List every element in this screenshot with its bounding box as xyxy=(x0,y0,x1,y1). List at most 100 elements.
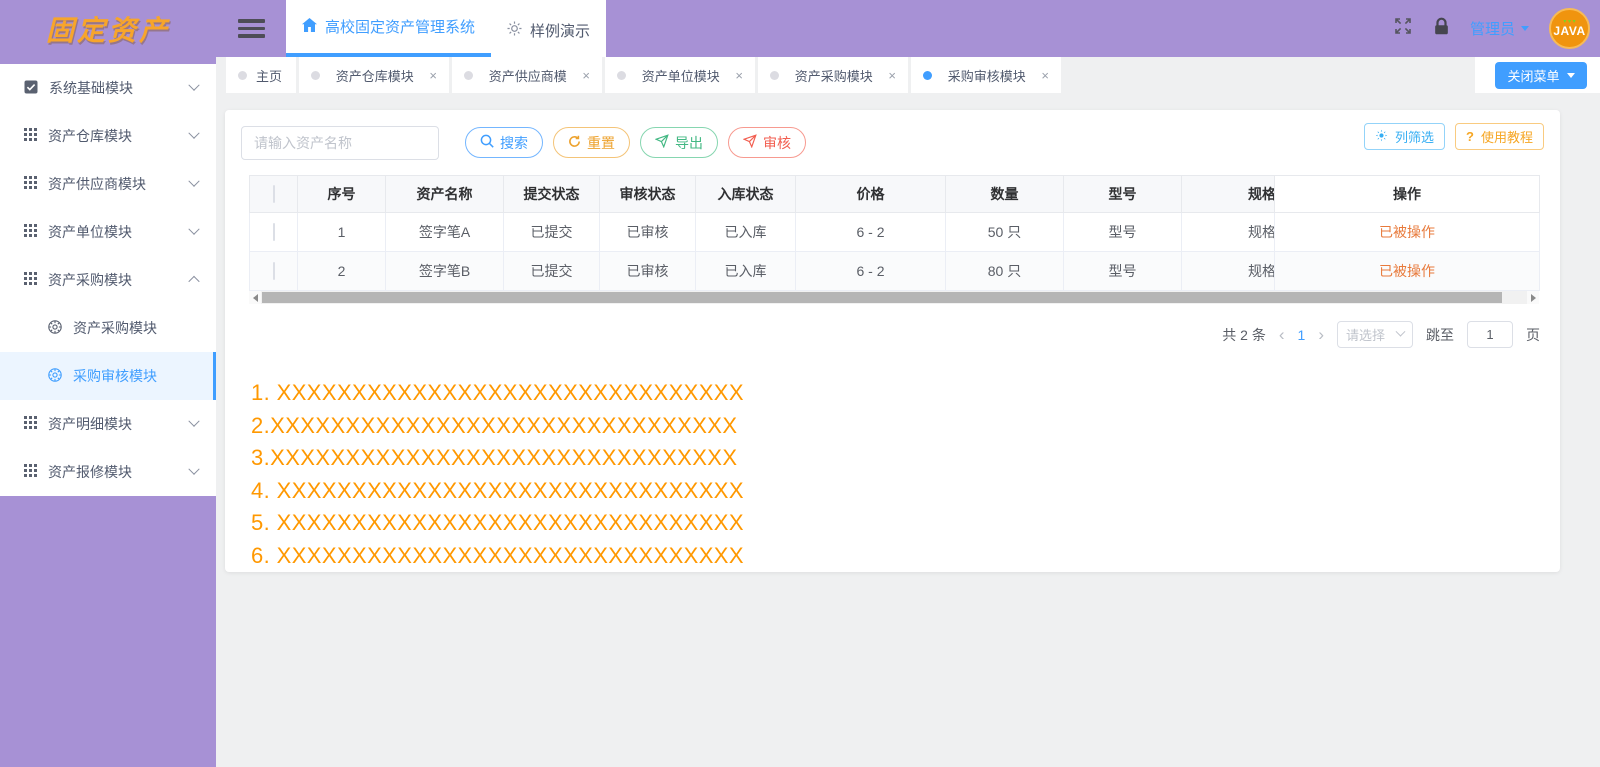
column-header-model: 型号 xyxy=(1063,175,1182,213)
scroll-right-arrow-icon[interactable] xyxy=(1527,291,1539,304)
search-button[interactable]: 搜索 xyxy=(465,127,543,158)
column-header-price: 价格 xyxy=(795,175,946,213)
tab-purchase-audit[interactable]: 采购审核模块 × xyxy=(911,57,1061,93)
sidebar-item-label: 资产仓库模块 xyxy=(48,128,132,144)
chevron-up-icon xyxy=(188,275,200,288)
column-header-qty: 数量 xyxy=(945,175,1064,213)
tutorial-label: 使用教程 xyxy=(1480,130,1533,145)
column-header-spec: 规格 xyxy=(1181,175,1275,213)
sidebar-item-label: 资产供应商模块 xyxy=(48,176,146,192)
grid-icon xyxy=(24,128,37,144)
top-nav: 高校固定资产管理系统 样例演示 xyxy=(286,0,607,57)
pagination-total: 共 2 条 xyxy=(1222,326,1266,343)
sidebar-item-label: 资产单位模块 xyxy=(48,224,132,240)
cell-name: 签字笔B xyxy=(385,251,504,291)
chevron-down-icon xyxy=(188,223,200,235)
cell-price: 6 - 2 xyxy=(795,251,946,291)
tab-warehouse[interactable]: 资产仓库模块 × xyxy=(299,57,449,93)
tab-unit[interactable]: 资产单位模块 × xyxy=(605,57,755,93)
table-header-row: 序号 资产名称 提交状态 审核状态 入库状态 价格 数量 型号 规格 操作 xyxy=(249,175,1540,213)
chevron-down-icon xyxy=(188,175,200,187)
sidebar-item-warehouse[interactable]: 资产仓库模块 xyxy=(0,112,216,160)
top-nav-tab-system[interactable]: 高校固定资产管理系统 xyxy=(286,0,492,57)
search-button-label: 搜索 xyxy=(500,134,528,151)
user-name: 管理员 xyxy=(1469,21,1515,38)
home-icon xyxy=(302,17,317,36)
reset-button[interactable]: 重置 xyxy=(553,127,630,158)
cell-action-status: 已被操作 xyxy=(1274,212,1540,252)
column-header-storage-status: 入库状态 xyxy=(695,175,796,213)
sidebar-item-supplier[interactable]: 资产供应商模块 xyxy=(0,160,216,208)
sidebar-item-detail[interactable]: 资产明细模块 xyxy=(0,400,216,448)
cell-price: 6 - 2 xyxy=(795,212,946,252)
reset-button-label: 重置 xyxy=(587,134,615,151)
note-line: 2.XXXXXXXXXXXXXXXXXXXXXXXXXXXXXXX xyxy=(251,412,738,438)
close-icon[interactable]: × xyxy=(888,68,896,83)
chevron-down-icon xyxy=(188,79,200,91)
close-menu-button[interactable]: 关闭菜单 xyxy=(1495,62,1587,89)
paper-plane-icon xyxy=(654,134,669,151)
select-all-checkbox[interactable] xyxy=(272,185,275,203)
sidebar-item-purchase[interactable]: 资产采购模块 xyxy=(0,256,216,304)
tab-supplier[interactable]: 资产供应商模 × xyxy=(452,57,602,93)
jump-page-input[interactable] xyxy=(1467,321,1513,348)
row-checkbox-cell xyxy=(249,212,298,252)
header-right-group: 管理员 ▾ ▾ ▾ JAVA xyxy=(1393,0,1600,57)
hamburger-menu-icon[interactable] xyxy=(216,0,286,57)
chevron-down-icon xyxy=(1395,326,1406,337)
page-size-select[interactable]: 请选择 xyxy=(1337,321,1413,348)
close-menu-label: 关闭菜单 xyxy=(1507,69,1560,84)
sidebar-subitem-label: 资产采购模块 xyxy=(73,320,157,336)
cell-submit-status: 已提交 xyxy=(503,212,600,252)
close-icon[interactable]: × xyxy=(1041,68,1049,83)
demo-sun-icon xyxy=(507,21,522,40)
check-square-icon xyxy=(24,80,38,97)
cell-audit-status: 已审核 xyxy=(599,251,696,291)
scroll-left-arrow-icon[interactable] xyxy=(249,291,261,304)
cell-storage-status: 已入库 xyxy=(695,212,796,252)
sidebar: 系统基础模块 资产仓库模块 资产供应商模块 资产单位模块 资产采购模块 资产采购… xyxy=(0,57,216,767)
search-icon xyxy=(480,134,494,151)
tab-label: 资产单位模块 xyxy=(641,68,720,84)
scrollbar-track[interactable] xyxy=(261,291,1527,304)
user-menu[interactable]: 管理员 xyxy=(1470,18,1529,39)
jump-label: 跳至 xyxy=(1426,326,1454,343)
tab-purchase[interactable]: 资产采购模块 × xyxy=(758,57,908,93)
app-logo: 固定资产 xyxy=(45,14,170,46)
cell-model: 型号 xyxy=(1063,251,1182,291)
close-icon[interactable]: × xyxy=(582,68,590,83)
chevron-down-icon xyxy=(188,415,200,427)
top-nav-tab-demo[interactable]: 样例演示 xyxy=(491,0,606,57)
row-checkbox[interactable] xyxy=(272,223,275,241)
sidebar-item-repair[interactable]: 资产报修模块 xyxy=(0,448,216,496)
row-checkbox[interactable] xyxy=(272,262,275,280)
tab-label: 资产采购模块 xyxy=(794,68,873,84)
scrollbar-thumb[interactable] xyxy=(262,292,1502,303)
tutorial-button[interactable]: ? 使用教程 xyxy=(1455,123,1544,150)
sidebar-item-system-base[interactable]: 系统基础模块 xyxy=(0,64,216,112)
search-input[interactable] xyxy=(241,126,439,160)
next-page-icon[interactable]: › xyxy=(1318,326,1324,343)
audit-button[interactable]: 审核 xyxy=(728,127,806,158)
sidebar-subitem-purchase[interactable]: 资产采购模块 xyxy=(0,304,216,352)
cell-submit-status: 已提交 xyxy=(503,251,600,291)
close-icon[interactable]: × xyxy=(735,68,743,83)
column-filter-button[interactable]: 列筛选 xyxy=(1364,123,1446,150)
column-header-seq: 序号 xyxy=(297,175,386,213)
prev-page-icon[interactable]: ‹ xyxy=(1279,326,1285,343)
sidebar-item-unit[interactable]: 资产单位模块 xyxy=(0,208,216,256)
column-header-name: 资产名称 xyxy=(385,175,504,213)
close-icon[interactable]: × xyxy=(429,68,437,83)
page-number[interactable]: 1 xyxy=(1298,327,1306,343)
lock-icon[interactable] xyxy=(1433,17,1450,41)
tab-status-dot-icon xyxy=(238,70,247,80)
export-button[interactable]: 导出 xyxy=(640,127,718,158)
sidebar-subitem-purchase-audit[interactable]: 采购审核模块 xyxy=(0,352,216,400)
fullscreen-icon[interactable] xyxy=(1393,16,1413,41)
tab-status-dot-icon xyxy=(617,70,626,80)
caret-down-icon xyxy=(1521,26,1529,31)
cell-qty: 80 只 xyxy=(945,251,1064,291)
avatar[interactable]: ▾ ▾ ▾ JAVA xyxy=(1549,8,1590,49)
question-icon: ? xyxy=(1466,129,1474,144)
tab-home[interactable]: 主页 xyxy=(226,57,296,93)
